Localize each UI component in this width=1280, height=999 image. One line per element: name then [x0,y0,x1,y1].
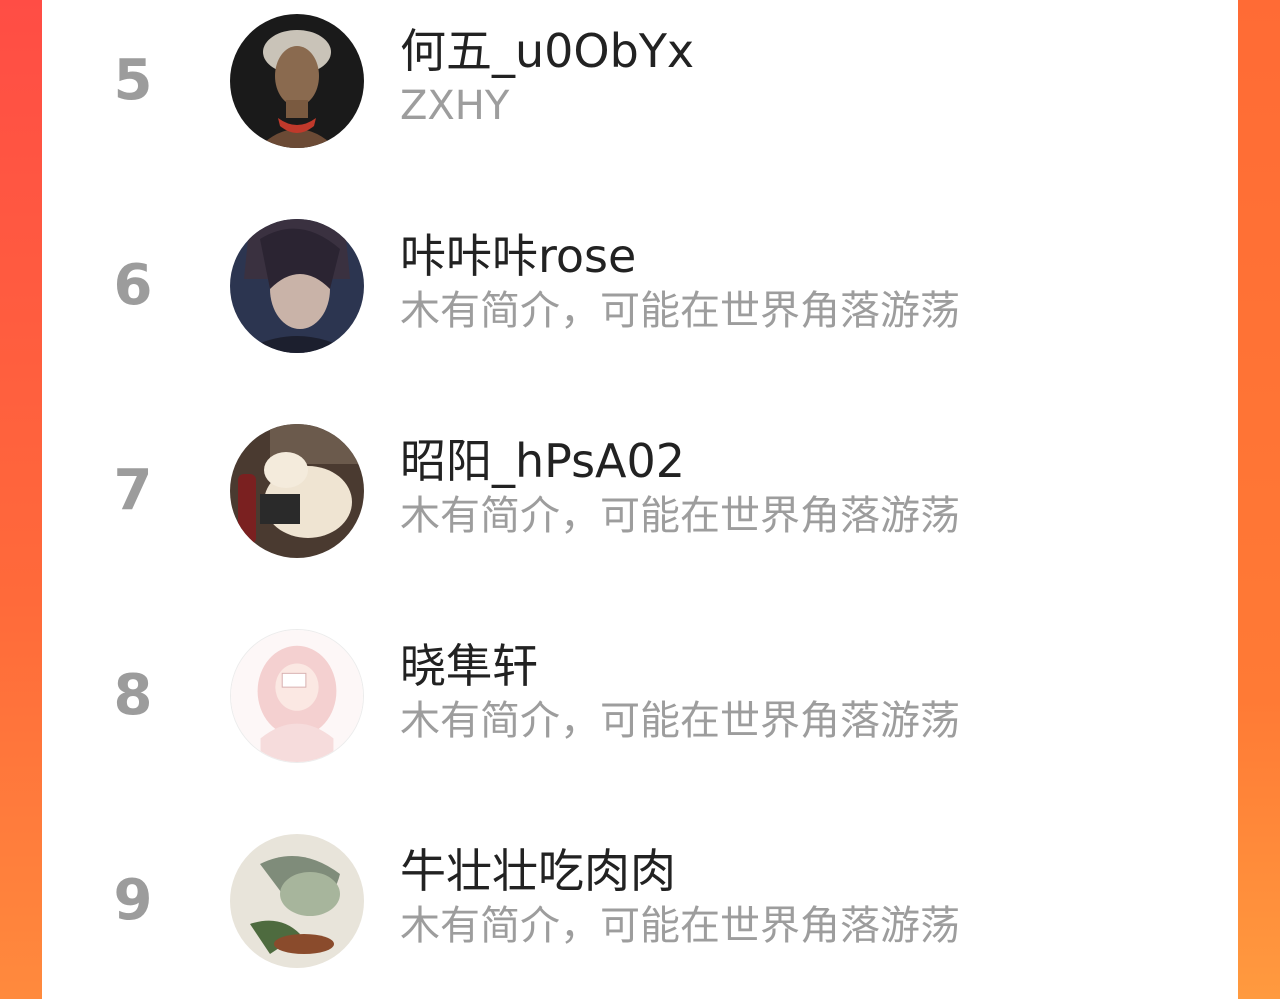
username[interactable]: 昭阳_hPsA02 [400,432,685,490]
username[interactable]: 牛壮壮吃肉肉 [400,842,676,900]
background-edge [1238,0,1280,999]
username[interactable]: 晓隼轩 [400,637,538,695]
rank-number: 7 [113,458,153,523]
user-bio: ZXHY [400,83,510,129]
rank-number: 9 [113,868,153,933]
user-bio: 木有简介，可能在世界角落游荡 [400,288,960,334]
username[interactable]: 何五_u0ObYx [400,22,694,80]
list-item[interactable]: 9 牛壮壮吃肉肉 木有简介，可能在世界角落游荡 [42,822,1238,972]
list-item[interactable]: 7 昭阳_hPsA02 木有简介，可能在世界角落游荡 [42,412,1238,562]
avatar-anime-girl-icon[interactable] [230,629,364,763]
rank-number: 6 [113,253,153,318]
list-item[interactable]: 8 晓隼轩 木有简介，可能在世界角落游荡 [42,617,1238,767]
rank-number: 5 [113,48,153,113]
leaderboard-card: 5 何五_u0ObYx ZXHY 6 咔咔咔rose 木有简介，可能在世界角落游… [42,0,1238,999]
user-bio: 木有简介，可能在世界角落游荡 [400,698,960,744]
avatar-portrait-icon[interactable] [230,14,364,148]
avatar-ink-painting-icon[interactable] [230,834,364,968]
user-bio: 木有简介，可能在世界角落游荡 [400,493,960,539]
username[interactable]: 咔咔咔rose [400,227,636,285]
rank-number: 8 [113,663,153,728]
avatar-game-character-icon[interactable] [230,219,364,353]
list-item[interactable]: 5 何五_u0ObYx ZXHY [42,2,1238,152]
user-bio: 木有简介，可能在世界角落游荡 [400,903,960,949]
avatar-cat-photo-icon[interactable] [230,424,364,558]
list-item[interactable]: 6 咔咔咔rose 木有简介，可能在世界角落游荡 [42,207,1238,357]
leaderboard-page: 5 何五_u0ObYx ZXHY 6 咔咔咔rose 木有简介，可能在世界角落游… [0,0,1280,999]
